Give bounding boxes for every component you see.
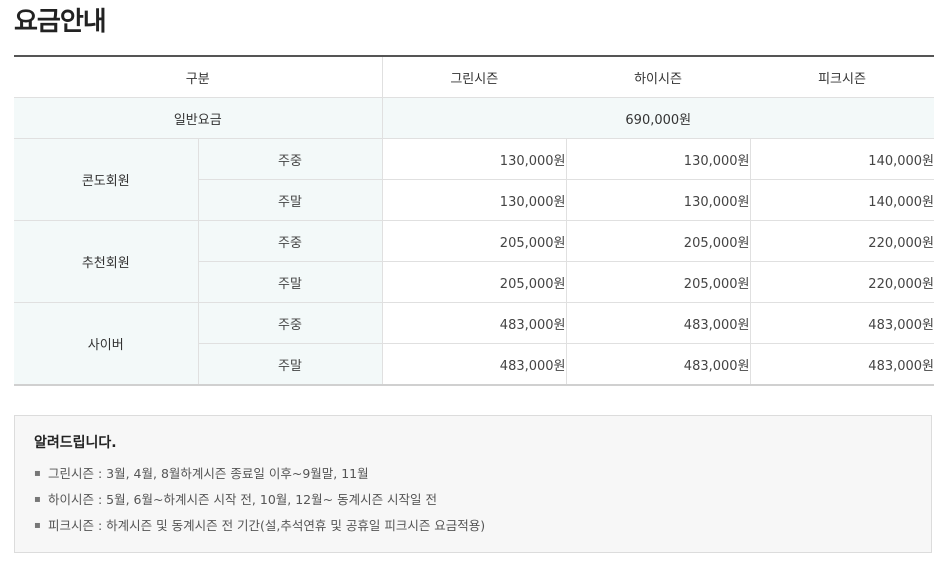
price-peak: 140,000원: [749, 138, 935, 180]
price-green: 205,000원: [381, 220, 567, 262]
header-peak-season: 피크시즌: [750, 56, 935, 98]
price-peak: 220,000원: [749, 261, 935, 303]
list-item: ▪ 하이시즌 : 5월, 6월~하계시즌 시작 전, 10월, 12월~ 동계시…: [34, 490, 485, 516]
table-row: 추천회원 주중 205,000원 205,000원 220,000원: [14, 220, 935, 303]
day-type-weekend: 주말: [197, 261, 383, 303]
price-high: 130,000원: [565, 138, 751, 180]
price-peak: 140,000원: [749, 179, 935, 221]
general-fee-label: 일반요금: [14, 97, 383, 139]
table-header-row: 구분 그린시즌 하이시즌 피크시즌: [14, 56, 935, 98]
table-row: 사이버 주중 483,000원 483,000원 483,000원: [14, 302, 935, 386]
price-high: 483,000원: [565, 343, 751, 386]
price-table: 구분 그린시즌 하이시즌 피크시즌 일반요금 690,000원 콘도회원 주중 …: [14, 55, 935, 386]
notice-item-text: 그린시즌 : 3월, 4월, 8월하계시즌 종료일 이후~9월말, 11월: [48, 466, 369, 481]
price-high: 130,000원: [565, 179, 751, 221]
table-row-general: 일반요금 690,000원: [14, 97, 935, 139]
header-green-season: 그린시즌: [381, 56, 567, 98]
day-type-weekend: 주말: [197, 343, 383, 386]
notice-item-text: 피크시즌 : 하계시즌 및 동계시즌 전 기간(설,추석연휴 및 공휴일 피크시…: [48, 518, 486, 533]
price-peak: 483,000원: [749, 302, 935, 344]
group-label-cyber: 사이버: [14, 302, 198, 386]
price-peak: 483,000원: [749, 343, 935, 386]
price-green: 483,000원: [381, 343, 567, 386]
bullet-icon: ▪: [34, 494, 41, 505]
header-high-season: 하이시즌: [566, 56, 751, 98]
price-high: 205,000원: [565, 261, 751, 303]
day-type-weekday: 주중: [197, 220, 383, 262]
header-category: 구분: [14, 56, 383, 98]
group-label-recommended: 추천회원: [14, 220, 198, 303]
notice-box: 알려드립니다. ▪ 그린시즌 : 3월, 4월, 8월하계시즌 종료일 이후~9…: [14, 415, 932, 553]
day-type-weekday: 주중: [197, 302, 383, 344]
day-type-weekday: 주중: [197, 138, 383, 180]
price-peak: 220,000원: [749, 220, 935, 262]
list-item: ▪ 그린시즌 : 3월, 4월, 8월하계시즌 종료일 이후~9월말, 11월: [34, 464, 485, 490]
group-label-condo: 콘도회원: [14, 138, 198, 221]
notice-item-text: 하이시즌 : 5월, 6월~하계시즌 시작 전, 10월, 12월~ 동계시즌 …: [48, 492, 438, 507]
bullet-icon: ▪: [34, 468, 41, 479]
notice-list: ▪ 그린시즌 : 3월, 4월, 8월하계시즌 종료일 이후~9월말, 11월 …: [34, 464, 485, 542]
price-green: 483,000원: [381, 302, 567, 344]
price-green: 130,000원: [381, 138, 567, 180]
list-item: ▪ 피크시즌 : 하계시즌 및 동계시즌 전 기간(설,추석연휴 및 공휴일 피…: [34, 516, 485, 542]
page-title: 요금안내: [14, 7, 107, 37]
general-fee-price: 690,000원: [381, 97, 935, 139]
notice-title: 알려드립니다.: [34, 435, 117, 451]
table-row: 콘도회원 주중 130,000원 130,000원 140,000원: [14, 138, 935, 221]
price-green: 205,000원: [381, 261, 567, 303]
price-high: 205,000원: [565, 220, 751, 262]
day-type-weekend: 주말: [197, 179, 383, 221]
price-green: 130,000원: [381, 179, 567, 221]
bullet-icon: ▪: [34, 520, 41, 531]
price-high: 483,000원: [565, 302, 751, 344]
